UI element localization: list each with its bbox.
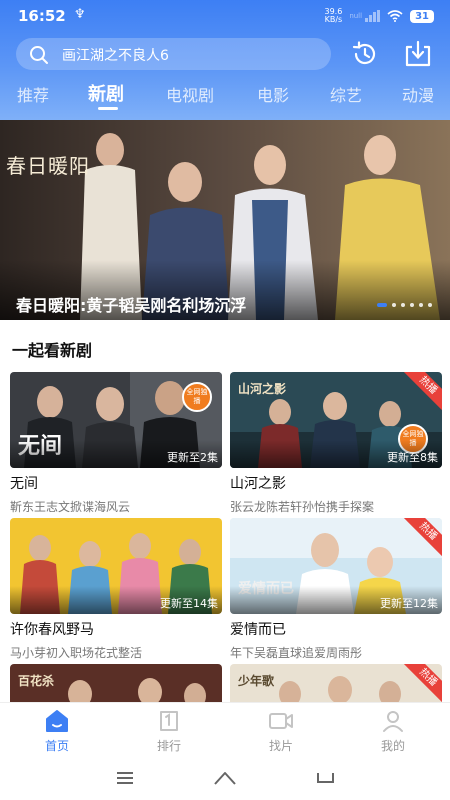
profile-icon [383, 711, 403, 732]
drama-subtitle: 马小芽初入职场花式整活 [10, 646, 143, 660]
video-camera-icon [269, 713, 293, 729]
drama-subtitle: 靳东王志文掀谍海风云 [10, 500, 131, 514]
nav-ranking[interactable]: 排行 [134, 709, 204, 754]
poster-title-art: 百花杀 [18, 674, 55, 688]
hero-banner[interactable]: 春日暖阳 春日暖阳:黄子韬吴刚名利场沉浮 [0, 120, 450, 320]
usb-icon: ♆ [74, 7, 86, 22]
tab-anime[interactable]: 动漫 [402, 82, 434, 106]
category-tabs: 推荐 新剧 电视剧 电影 综艺 动漫 [0, 80, 450, 120]
pagination-dot [428, 303, 432, 307]
tab-movie[interactable]: 电影 [257, 82, 289, 106]
drama-title: 无间 [10, 476, 38, 492]
active-tab-indicator [98, 107, 118, 110]
status-indicators: 39.6 KB/s null 31 [324, 7, 434, 24]
episode-label: 更新至2集 [167, 451, 218, 464]
exclusive-badge: 全网独播 [182, 382, 212, 412]
drama-card[interactable]: 无间 全网独播 更新至2集 无间 靳东王志文掀谍海风云 [10, 372, 222, 515]
pagination-dot [377, 303, 387, 307]
tab-recommend[interactable]: 推荐 [17, 82, 49, 106]
ranking-icon [160, 711, 178, 731]
banner-caption: 春日暖阳:黄子韬吴刚名利场沉浮 [16, 296, 247, 315]
nav-label: 我的 [380, 739, 405, 753]
banner-pagination [377, 303, 432, 307]
network-speed: 39.6 KB/s [324, 7, 343, 24]
drama-poster: 山河之影 全网独播 热播 更新至8集 [230, 372, 442, 468]
search-text: 画江湖之不良人6 [62, 48, 169, 64]
tab-new-drama[interactable]: 新剧 [88, 80, 124, 106]
header: 16:52 ♆ 39.6 KB/s null 31 画江湖之不良人6 推荐 新剧… [0, 0, 450, 120]
bottom-navigation: 首页 排行 找片 我的 [0, 702, 450, 758]
download-icon[interactable] [402, 38, 434, 70]
history-icon[interactable] [350, 39, 380, 69]
signal-icon: null [349, 10, 381, 22]
pagination-dot [419, 303, 423, 307]
tab-tv-series[interactable]: 电视剧 [166, 82, 214, 106]
nav-home[interactable]: 首页 [22, 709, 92, 754]
status-time: 16:52 [18, 7, 66, 25]
episode-label: 更新至8集 [387, 451, 438, 464]
nav-label: 找片 [268, 739, 293, 753]
episode-label: 更新至12集 [380, 597, 438, 610]
tab-variety[interactable]: 综艺 [330, 82, 362, 106]
nav-discover[interactable]: 找片 [246, 709, 316, 754]
pagination-dot [410, 303, 414, 307]
episode-label: 更新至14集 [160, 597, 218, 610]
drama-subtitle: 张云龙陈若轩孙怡携手探案 [230, 500, 375, 514]
drama-title: 爱情而已 [230, 622, 286, 638]
drama-title: 山河之影 [230, 476, 286, 492]
wifi-icon [387, 10, 403, 22]
pagination-dot [401, 303, 405, 307]
battery-indicator: 31 [410, 9, 434, 23]
home-icon [46, 710, 68, 732]
search-row: 画江湖之不良人6 [0, 36, 450, 74]
drama-poster: 爱情而已 热播 更新至12集 [230, 518, 442, 614]
drama-subtitle: 年下吴磊直球追爱周雨彤 [230, 646, 363, 660]
drama-card[interactable]: 爱情而已 热播 更新至12集 爱情而已 年下吴磊直球追爱周雨彤 [230, 518, 442, 661]
banner-logo-text: 春日暖阳 [6, 154, 90, 178]
search-icon [30, 46, 48, 64]
poster-title-art: 少年歌 [238, 674, 275, 688]
back-icon[interactable] [314, 770, 336, 786]
home-button-icon[interactable] [213, 770, 237, 786]
pagination-dot [392, 303, 396, 307]
poster-title-art: 山河之影 [238, 382, 287, 396]
drama-card[interactable]: 更新至14集 许你春风野马 马小芽初入职场花式整活 [10, 518, 222, 661]
nav-label: 首页 [44, 739, 69, 753]
drama-poster: 无间 全网独播 更新至2集 [10, 372, 222, 468]
nav-profile[interactable]: 我的 [358, 709, 428, 754]
drama-card[interactable]: 山河之影 全网独播 热播 更新至8集 山河之影 张云龙陈若轩孙怡携手探案 [230, 372, 442, 515]
system-navigation-bar [0, 758, 450, 800]
section-title: 一起看新剧 [12, 341, 93, 360]
status-bar: 16:52 ♆ 39.6 KB/s null 31 [0, 0, 450, 34]
search-input[interactable]: 画江湖之不良人6 [16, 38, 331, 70]
drama-poster: 更新至14集 [10, 518, 222, 614]
drama-title: 许你春风野马 [10, 622, 94, 638]
menu-icon[interactable] [115, 770, 135, 786]
nav-label: 排行 [156, 739, 181, 753]
